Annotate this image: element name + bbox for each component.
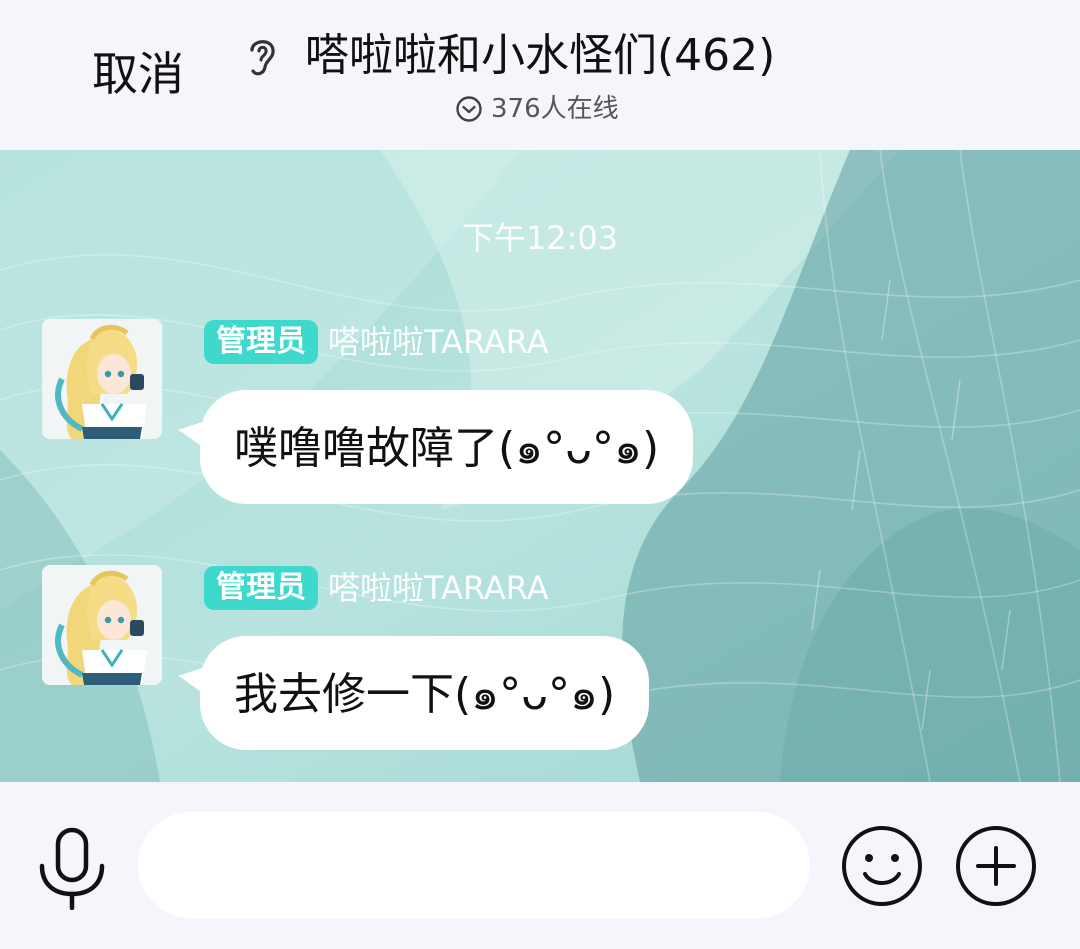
input-bar [0,782,1080,949]
sender-name[interactable]: 嗒啦啦TARARA [328,320,549,364]
anime-avatar-icon [42,565,162,685]
cancel-button[interactable]: 取消 [92,46,184,102]
microphone-icon[interactable] [36,826,108,910]
chat-message-area[interactable]: 下午12:03 管理员 嗒啦啦TARARA 噗噜噜故障了(๑°ᴗ°๑) 管理员 … [0,150,1080,782]
message-timestamp: 下午12:03 [461,219,619,257]
sender-avatar[interactable] [42,319,162,439]
smiley-icon[interactable] [840,824,924,908]
ear-icon[interactable] [242,34,282,80]
message-bubble[interactable]: 噗噜噜故障了(๑°ᴗ°๑) [200,390,694,504]
chevron-down-circle-icon [456,96,482,122]
message-meta: 管理员 嗒啦啦TARARA [204,565,549,611]
anime-avatar-icon [42,319,162,439]
message-meta: 管理员 嗒啦啦TARARA [204,319,549,365]
admin-badge: 管理员 [204,320,318,364]
sender-avatar[interactable] [42,565,162,685]
group-title: 嗒啦啦和小水怪们(462) [305,30,776,81]
admin-badge: 管理员 [204,566,318,610]
message-input[interactable] [138,812,810,918]
chat-header: 取消 嗒啦啦和小水怪们(462) 376人在线 [0,0,1080,150]
message-bubble[interactable]: 我去修一下(๑°ᴗ°๑) [200,636,650,750]
online-count[interactable]: 376人在线 [455,92,619,126]
online-count-text: 376人在线 [491,94,619,124]
sender-name[interactable]: 嗒啦啦TARARA [328,566,549,610]
plus-circle-icon[interactable] [954,824,1038,908]
